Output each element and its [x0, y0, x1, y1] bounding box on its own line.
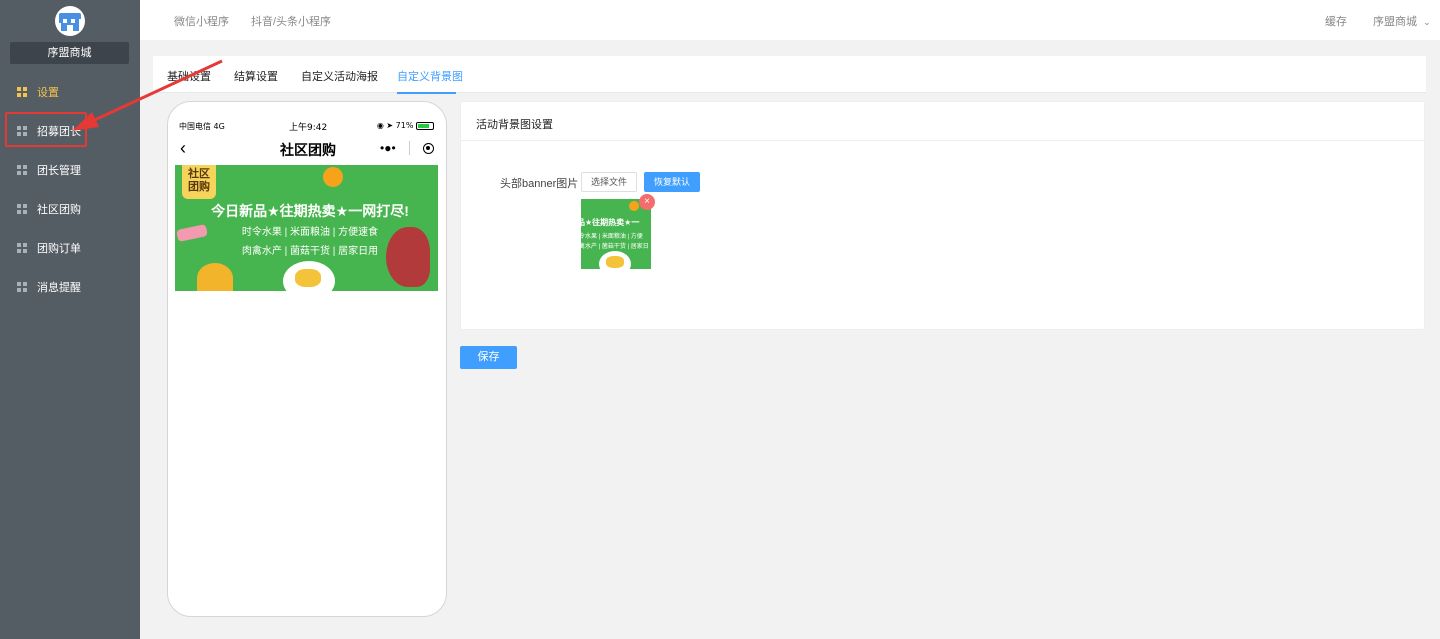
sidebar-item-label: 社区团购: [37, 203, 81, 216]
more-dots-icon[interactable]: •●•: [380, 141, 396, 155]
status-time: 上午9:42: [289, 123, 328, 133]
shop-logo-icon: [55, 6, 85, 36]
battery-icon: [416, 121, 434, 130]
sidebar-item-label: 设置: [37, 86, 59, 99]
banner-field-label: 头部banner图片: [500, 178, 579, 190]
close-target-icon[interactable]: [423, 142, 434, 154]
tab-custom-poster[interactable]: 自定义活动海报: [301, 68, 378, 84]
card-title: 活动背景图设置: [461, 102, 1424, 141]
battery-percent: 71%: [395, 121, 414, 130]
sidebar-menu: 设置 招募团长 团长管理 社区团购 团购订单 消息提醒: [0, 72, 140, 306]
banner-badge: 社区 团购: [182, 165, 216, 199]
cache-button[interactable]: 缓存: [1325, 13, 1347, 29]
tab-custom-background[interactable]: 自定义背景图: [397, 68, 463, 84]
grid-icon: [17, 125, 27, 136]
sidebar-item-label: 消息提醒: [37, 281, 81, 294]
phone-preview: 中国电信 4G 上午9:42 ◉ ➤ 71% ‹ 社区团购 •●• 社区 团购 …: [167, 101, 447, 617]
save-button[interactable]: 保存: [460, 346, 517, 369]
nav-wechat-miniprogram[interactable]: 微信小程序: [174, 13, 229, 29]
sidebar-logo: 序盟商城: [0, 0, 140, 66]
grid-icon: [17, 242, 27, 253]
phone-nav-bar: ‹ 社区团购 •●•: [168, 136, 446, 162]
settings-tabs: 基础设置 结算设置 自定义活动海报 自定义背景图: [153, 56, 1426, 93]
grid-icon: [17, 281, 27, 292]
sidebar: 序盟商城 设置 招募团长 团长管理 社区团购 团购订单 消息提醒: [0, 0, 140, 639]
banner-headline: 今日新品★往期热卖★一网打尽!: [211, 203, 409, 219]
carrier-label: 中国电信 4G: [179, 122, 225, 131]
phone-status-bar: 中国电信 4G 上午9:42 ◉ ➤ 71%: [176, 120, 438, 134]
chevron-down-icon: ⌄: [1423, 17, 1431, 27]
active-tab-indicator: [397, 92, 456, 94]
meat-icon: [386, 227, 430, 287]
thumb-line-1: 品★往期热卖★一: [581, 218, 640, 227]
banner-line-2: 肉禽水产 | 菌菇干货 | 居家日用: [241, 246, 379, 257]
top-bar: 微信小程序 抖音/头条小程序 缓存 序盟商城 ⌄: [140, 0, 1440, 40]
sidebar-item-group-orders[interactable]: 团购订单: [0, 228, 140, 267]
thumb-line-2: 令水果 | 米面粮油 | 方便: [581, 234, 643, 240]
choose-file-button[interactable]: 选择文件: [581, 172, 637, 192]
sidebar-item-leader-management[interactable]: 团长管理: [0, 150, 140, 189]
banner-thumbnail: 品★往期热卖★一 令水果 | 米面粮油 | 方便 禽水产 | 菌菇干货 | 居家…: [581, 199, 651, 269]
sidebar-item-settings[interactable]: 设置: [0, 72, 140, 111]
sidebar-item-label: 团购订单: [37, 242, 81, 255]
miniprogram-capsule[interactable]: •●•: [380, 138, 434, 158]
sidebar-item-community-group-buy[interactable]: 社区团购: [0, 189, 140, 228]
pineapple-icon: [197, 263, 233, 291]
background-settings-card: 活动背景图设置 头部banner图片 选择文件 恢复默认 品★往期热卖★一 令水…: [460, 101, 1425, 330]
sidebar-item-message-reminder[interactable]: 消息提醒: [0, 267, 140, 306]
banner-line-1: 时令水果 | 米面粮油 | 方便速食: [241, 227, 379, 238]
orange-icon: [323, 167, 343, 187]
nav-douyin-miniprogram[interactable]: 抖音/头条小程序: [251, 13, 331, 29]
orange-icon: [629, 201, 639, 211]
tab-settlement-settings[interactable]: 结算设置: [234, 68, 278, 84]
remove-image-close-icon[interactable]: ×: [639, 194, 655, 210]
shop-name: 序盟商城: [10, 42, 129, 64]
reset-default-button[interactable]: 恢复默认: [644, 172, 700, 192]
tab-basic-settings[interactable]: 基础设置: [167, 68, 211, 84]
user-menu[interactable]: 序盟商城 ⌄: [1373, 13, 1431, 29]
grid-icon: [17, 86, 27, 97]
status-battery: ◉ ➤ 71%: [377, 121, 434, 130]
banner-image: 社区 团购 今日新品★往期热卖★一网打尽! 时令水果 | 米面粮油 | 方便速食…: [175, 165, 438, 291]
sidebar-item-label: 团长管理: [37, 164, 81, 177]
grid-icon: [17, 203, 27, 214]
popsicle-icon: [176, 224, 208, 242]
plate-icon: [599, 251, 631, 269]
grid-icon: [17, 164, 27, 175]
plate-icon: [283, 261, 335, 291]
thumb-line-3: 禽水产 | 菌菇干货 | 居家日: [581, 244, 649, 250]
user-menu-label: 序盟商城: [1373, 16, 1417, 28]
location-icon: ➤: [386, 121, 394, 130]
sidebar-item-recruit-leader[interactable]: 招募团长: [0, 111, 140, 150]
sidebar-item-label: 招募团长: [37, 125, 81, 138]
alarm-icon: ◉: [376, 121, 384, 130]
